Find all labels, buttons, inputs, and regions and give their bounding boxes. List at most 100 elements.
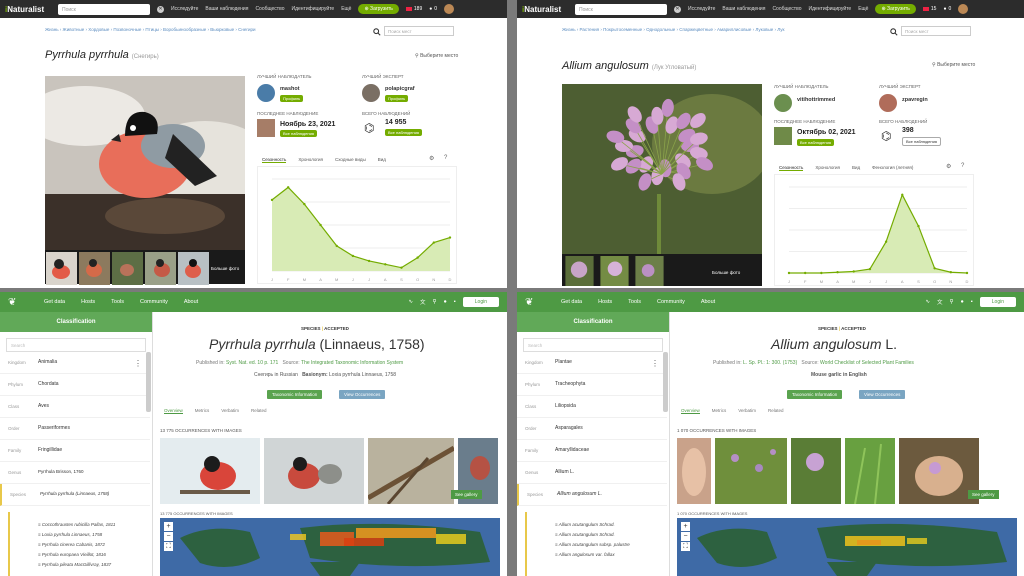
nav-more[interactable]: Ещё [341, 6, 351, 12]
rank-row[interactable]: Class Aves [0, 396, 150, 418]
view-occurrences-button[interactable]: View Occurrences [339, 390, 386, 399]
search-icon[interactable]: ⚲ [949, 299, 953, 305]
synonym-item[interactable]: ≡ Coccothraustes rubicilla Pallas, 1811 [38, 522, 115, 527]
tab-seasonality[interactable]: Сезонность [779, 165, 804, 171]
rank-row[interactable]: Order Asparagales [517, 418, 667, 440]
feedback-icon[interactable]: ▪ [971, 299, 973, 305]
settings-icon[interactable]: ⚙ [429, 155, 434, 162]
help-icon[interactable]: ? [961, 163, 964, 169]
tab-metrics[interactable]: Metrics [195, 408, 210, 414]
tab-overview[interactable]: Overview [164, 408, 183, 414]
gallery-image[interactable] [845, 438, 895, 504]
top-expert-name[interactable]: polapicgraf [385, 86, 415, 92]
tab-overview[interactable]: Overview [681, 408, 700, 414]
translate-icon[interactable]: 文 [937, 298, 943, 306]
see-gallery-button[interactable]: See gallery [968, 490, 999, 499]
data-point[interactable] [917, 224, 920, 228]
messages-badge[interactable]: 189 [405, 6, 422, 12]
clear-search-icon[interactable]: ✕ [157, 5, 164, 13]
data-point[interactable] [965, 271, 969, 275]
inat-logo[interactable]: iNaturalist [522, 5, 568, 14]
top-expert-name[interactable]: zpavregin [902, 97, 928, 103]
expert-avatar[interactable] [879, 94, 897, 112]
thumbnail[interactable] [112, 252, 143, 285]
data-point[interactable] [432, 241, 436, 244]
synonym-item[interactable]: ≡ Allium acutangulum subsp. palustre [555, 542, 630, 547]
nav-identify[interactable]: Идентифицируйте [808, 6, 851, 12]
gallery-image[interactable] [677, 438, 711, 504]
rank-row-selected[interactable]: Species Allium angulosum L. [517, 484, 667, 506]
tab-metrics[interactable]: Metrics [712, 408, 727, 414]
rank-row[interactable]: Genus Pyrrhula Brisson, 1760 [0, 462, 150, 484]
inat-search-input[interactable]: Поиск [58, 3, 150, 15]
user-avatar[interactable] [444, 4, 455, 14]
top-expert-profile-button[interactable]: Профиль [385, 95, 409, 102]
data-point[interactable] [384, 263, 387, 266]
occurrence-map[interactable]: + − ⛶ [160, 518, 500, 576]
tab-verbatim[interactable]: Verbatim [221, 408, 239, 414]
gallery-image[interactable] [899, 438, 979, 504]
user-icon[interactable]: ● [443, 299, 446, 305]
data-point[interactable] [335, 244, 338, 248]
user-icon[interactable]: ● [960, 299, 963, 305]
more-photos-link[interactable]: Больше фото [211, 266, 239, 271]
data-point[interactable] [836, 271, 839, 274]
inat-logo[interactable]: iNaturalist [5, 5, 51, 14]
data-point[interactable] [933, 267, 936, 270]
thumbnail[interactable] [598, 256, 631, 286]
data-point[interactable] [949, 271, 953, 274]
taxonomic-info-button[interactable]: Taxonomic Information [267, 390, 323, 399]
nav-your-observations[interactable]: Ваши наблюдения [722, 6, 765, 12]
rank-row[interactable]: Phylum Tracheophyta [517, 374, 667, 396]
tab-species[interactable]: Вид [378, 157, 386, 163]
messages-badge[interactable]: 15 [922, 6, 936, 12]
tab-seasonality[interactable]: Сезонность [262, 157, 287, 163]
settings-icon[interactable]: ⚙ [946, 163, 951, 170]
last-observation-thumbnail[interactable] [257, 119, 275, 137]
notifications-badge[interactable]: ● 0 [429, 6, 437, 12]
rank-row[interactable]: Class Liliopsida [517, 396, 667, 418]
data-point[interactable] [303, 202, 306, 206]
nav-about[interactable]: About [701, 299, 715, 305]
login-button[interactable]: Login [462, 297, 499, 307]
nav-hosts[interactable]: Hosts [598, 299, 612, 305]
help-icon[interactable]: ? [444, 155, 447, 161]
synonym-item[interactable]: ≡ Loxia pyrrhula Linnaeus, 1758 [38, 532, 102, 537]
last-observation-thumbnail[interactable] [774, 127, 792, 145]
place-search-input[interactable]: Поиск мест [384, 26, 454, 36]
gallery-image[interactable] [160, 438, 260, 504]
thumbnail[interactable] [178, 252, 209, 285]
top-observer-name[interactable]: mashot [280, 86, 300, 92]
classification-filter-input[interactable]: Search [523, 338, 663, 352]
rank-row[interactable]: Order Passeriformes [0, 418, 150, 440]
gallery-image[interactable] [368, 438, 454, 504]
nav-explore[interactable]: Исследуйте [688, 6, 715, 12]
tab-history[interactable]: Хронология [815, 165, 840, 171]
synonym-item[interactable]: ≡ Pyrrhula europaea Vieillot, 1816 [38, 552, 106, 557]
tab-related[interactable]: Related [768, 408, 784, 414]
nav-get-data[interactable]: Get data [561, 299, 582, 305]
sidebar-scrollbar[interactable] [146, 352, 151, 412]
data-point[interactable] [787, 271, 791, 275]
gbif-logo[interactable]: ❦ [8, 297, 28, 308]
translate-icon[interactable]: 文 [420, 298, 426, 306]
data-point[interactable] [901, 193, 904, 197]
rank-row[interactable]: Kingdom Plantae [517, 352, 667, 374]
total-observations-button[interactable]: Все наблюдения [385, 129, 422, 136]
top-observer-profile-button[interactable]: Профиль [280, 95, 304, 102]
nav-identify[interactable]: Идентифицируйте [291, 6, 334, 12]
upload-button[interactable]: ⊕ Загрузить [358, 4, 399, 14]
data-point[interactable] [270, 198, 274, 202]
breadcrumb[interactable]: Жизнь › Растения › Покрытосеменные › Одн… [562, 26, 882, 33]
sidebar-scrollbar[interactable] [663, 352, 668, 412]
rank-row[interactable]: Phylum Chordata [0, 374, 150, 396]
gallery-image[interactable] [791, 438, 841, 504]
breadcrumb[interactable]: Жизнь › Животные › Хордовые › Позвоночны… [45, 26, 365, 33]
nav-get-data[interactable]: Get data [44, 299, 65, 305]
rank-row[interactable]: Family Fringillidae [0, 440, 150, 462]
thumbnail[interactable] [79, 252, 110, 285]
synonym-item[interactable]: ≡ Allium acutangulum Schrad. [555, 532, 615, 537]
activity-icon[interactable]: ∿ [408, 299, 413, 305]
nav-community[interactable]: Сообщество [255, 6, 284, 12]
nav-explore[interactable]: Исследуйте [171, 6, 198, 12]
